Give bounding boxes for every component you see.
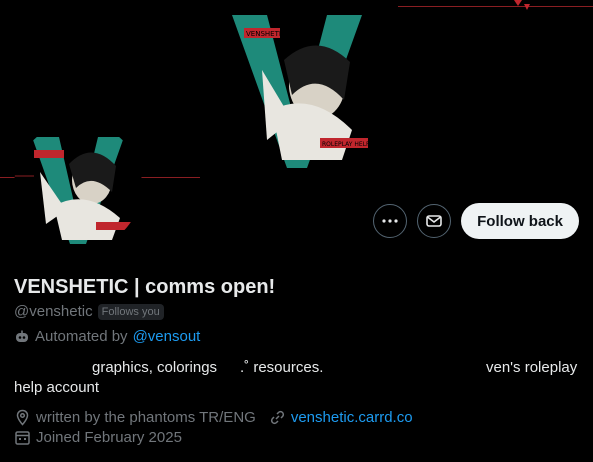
bio-resources: .˚ resources.: [240, 359, 324, 376]
avatar-artwork: [14, 122, 142, 250]
follows-you-badge: Follows you: [97, 303, 164, 320]
envelope-icon: [426, 215, 442, 227]
profile-actions: Follow back: [373, 203, 579, 239]
heart-decoration-icon: [514, 0, 530, 10]
automated-row: Automated by @vensout: [14, 328, 200, 345]
automated-prefix: Automated by: [35, 328, 128, 345]
link-icon: [270, 410, 284, 425]
calendar-icon: [15, 431, 30, 445]
profile-meta-row: written by the phantoms TR/ENG venshetic…: [14, 409, 413, 426]
joined-date: Joined February 2025: [36, 429, 182, 446]
location-pin-icon: [16, 409, 29, 426]
follow-back-button[interactable]: Follow back: [461, 203, 579, 239]
display-name: VENSHETIC | comms open!: [14, 276, 276, 298]
more-options-button[interactable]: [373, 204, 408, 238]
bio-graphics: graphics, colorings: [92, 359, 218, 376]
bio-roleplay: ven's roleplay: [486, 359, 578, 376]
joined-row: Joined February 2025: [14, 429, 182, 446]
handle-row: @venshetic Follows you: [14, 303, 164, 320]
automated-by-link[interactable]: @vensout: [133, 328, 201, 345]
message-button[interactable]: [417, 204, 452, 238]
website-link[interactable]: venshetic.carrd.co: [291, 409, 413, 426]
banner-label-bottom: ROLEPLAY HELP: [322, 141, 370, 148]
bot-icon: [16, 330, 28, 342]
banner-artwork: VENSHETIC ROLEPLAY HELP: [222, 10, 372, 170]
banner-label-top: VENSHETIC: [246, 30, 286, 38]
bio-line-2: help account: [14, 379, 100, 396]
banner-red-line-right: [398, 6, 593, 7]
profile-avatar[interactable]: [14, 122, 142, 250]
more-horizontal-icon: [382, 219, 398, 223]
location-text: written by the phantoms TR/ENG: [36, 409, 256, 426]
handle: @venshetic: [14, 303, 93, 320]
